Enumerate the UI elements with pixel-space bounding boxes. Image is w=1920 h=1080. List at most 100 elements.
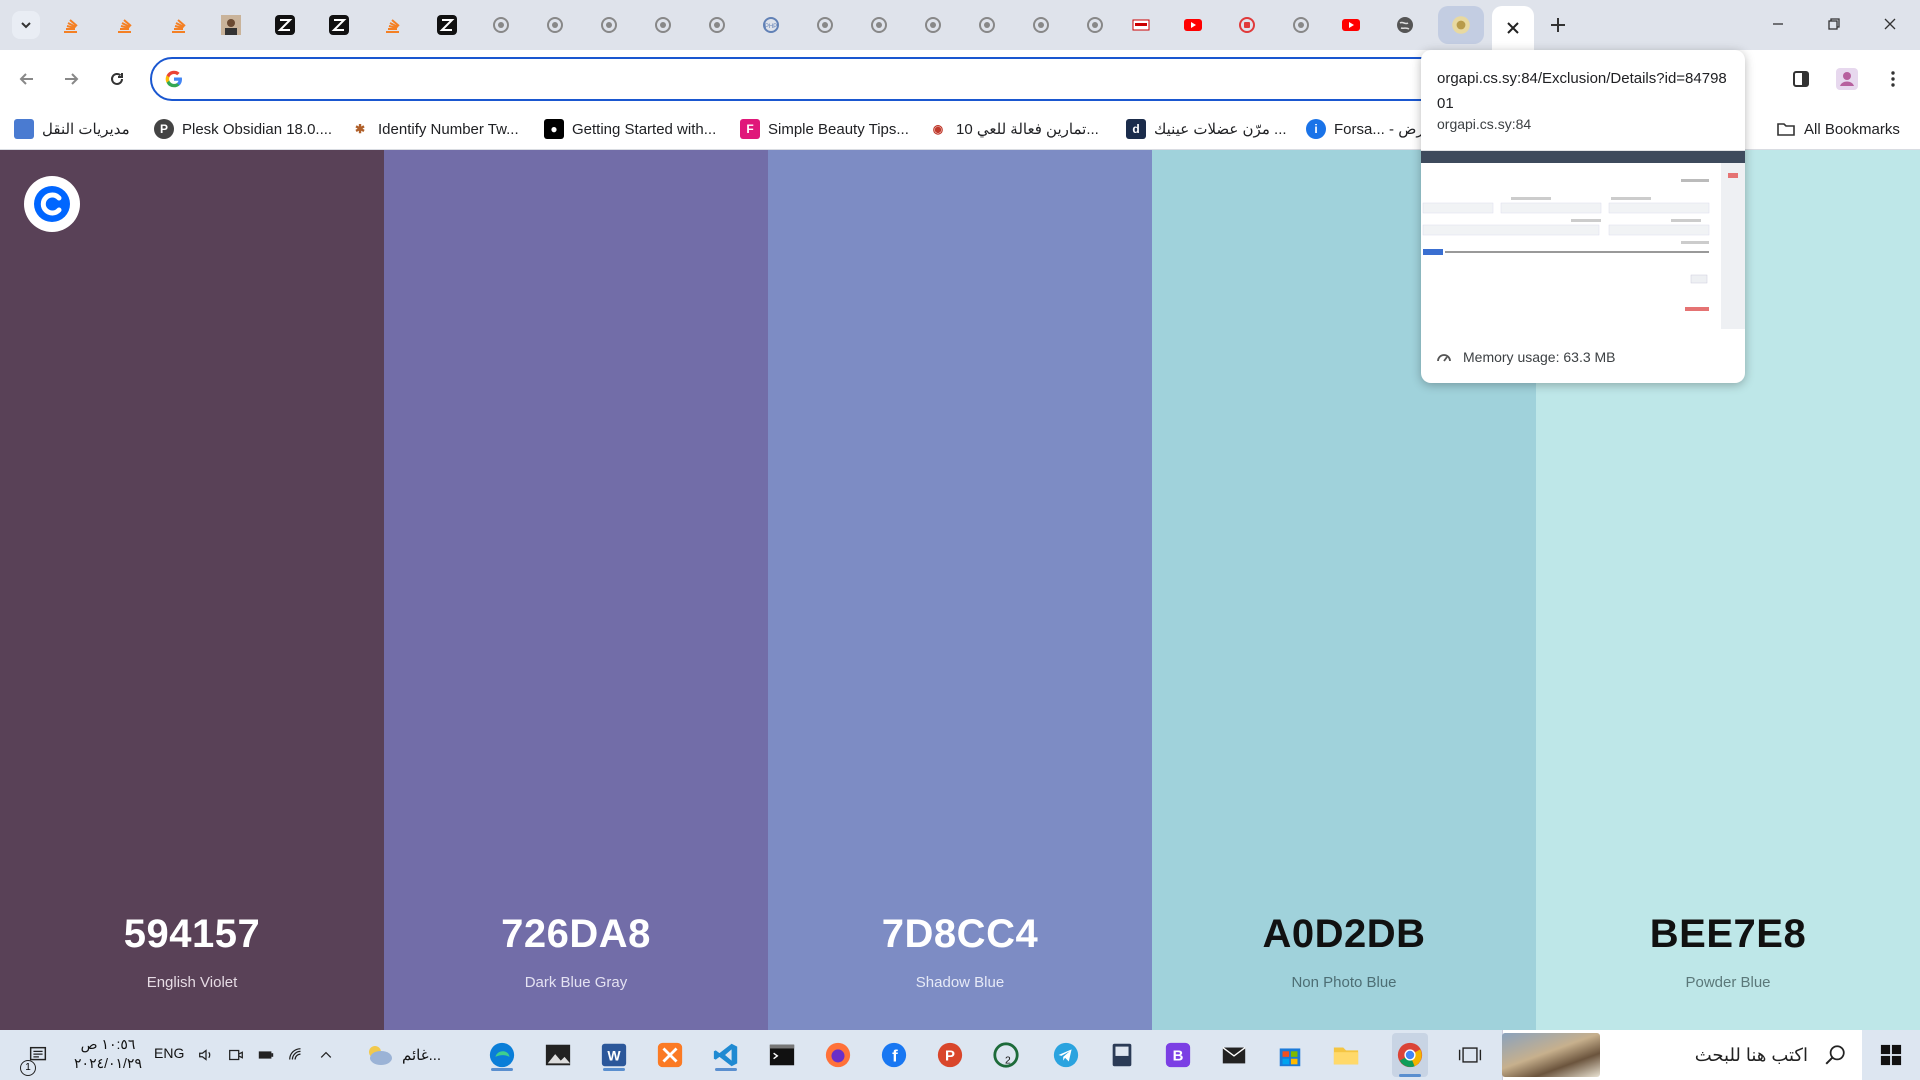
reload-button[interactable] bbox=[100, 62, 134, 96]
memory-usage: Memory usage: 63.3 MB bbox=[1435, 348, 1616, 366]
language-indicator[interactable]: ENG bbox=[154, 1045, 184, 1061]
all-bookmarks-label: All Bookmarks bbox=[1804, 120, 1900, 138]
globe-icon bbox=[925, 17, 941, 33]
tab-youtube-1[interactable] bbox=[1180, 12, 1206, 38]
taskbar-firefox[interactable] bbox=[822, 1039, 854, 1071]
taskbar-p-app[interactable]: P bbox=[934, 1039, 966, 1071]
tab-profile[interactable] bbox=[218, 12, 244, 38]
tab-generic-12[interactable] bbox=[1288, 12, 1314, 38]
chevron-down-icon bbox=[21, 22, 31, 29]
bookmark-item[interactable]: i Forsa... - عرض bbox=[1306, 116, 1434, 142]
new-tab-button[interactable] bbox=[1542, 10, 1574, 40]
tab-generic-2[interactable] bbox=[542, 12, 568, 38]
battery-button[interactable] bbox=[250, 1039, 282, 1071]
tab-generic-1[interactable] bbox=[488, 12, 514, 38]
tab-stackoverflow-4[interactable] bbox=[380, 12, 406, 38]
tab-generic-5[interactable] bbox=[704, 12, 730, 38]
bookmark-item[interactable]: P Plesk Obsidian 18.0.... bbox=[154, 116, 332, 142]
bookmark-item[interactable]: مديريات النقل bbox=[14, 116, 130, 142]
taskbar-chrome[interactable] bbox=[1392, 1033, 1428, 1077]
taskbar-word[interactable]: W bbox=[598, 1039, 630, 1071]
swatch-dark-blue-gray[interactable]: 726DA8 Dark Blue Gray bbox=[384, 150, 768, 1030]
side-panel-button[interactable] bbox=[1784, 62, 1818, 96]
bookmark-item[interactable]: F Simple Beauty Tips... bbox=[740, 116, 909, 142]
bookmark-item[interactable]: ● Getting Started with... bbox=[544, 116, 716, 142]
swatch-shadow-blue[interactable]: 7D8CC4 Shadow Blue bbox=[768, 150, 1152, 1030]
taskbar-app-2[interactable]: 2 bbox=[990, 1039, 1022, 1071]
tab-generic-6[interactable] bbox=[812, 12, 838, 38]
color-hex[interactable]: 7D8CC4 bbox=[768, 912, 1152, 957]
color-name: Powder Blue bbox=[1685, 974, 1771, 991]
tab-close-button[interactable] bbox=[1492, 6, 1534, 50]
telegram-icon bbox=[1053, 1042, 1079, 1068]
taskbar-file-explorer[interactable] bbox=[1330, 1039, 1362, 1071]
tab-stackoverflow-2[interactable] bbox=[112, 12, 138, 38]
tab-generic-3[interactable] bbox=[596, 12, 622, 38]
tab-capcut-3[interactable] bbox=[434, 12, 460, 38]
tab-world[interactable] bbox=[1392, 12, 1418, 38]
color-hex[interactable]: A0D2DB bbox=[1152, 912, 1536, 957]
battery-icon bbox=[258, 1051, 274, 1059]
all-bookmarks-button[interactable]: All Bookmarks bbox=[1776, 116, 1900, 142]
tab-news[interactable] bbox=[1128, 12, 1154, 38]
tab-generic-9[interactable] bbox=[974, 12, 1000, 38]
volume-button[interactable] bbox=[190, 1039, 222, 1071]
tab-php[interactable]: PHP bbox=[758, 12, 784, 38]
close-window-button[interactable] bbox=[1868, 6, 1912, 42]
bookmark-label: مديريات النقل bbox=[42, 121, 130, 138]
network-button[interactable] bbox=[280, 1039, 312, 1071]
bookmark-item[interactable]: ✱ Identify Number Tw... bbox=[350, 116, 519, 142]
weather-widget[interactable]: غائم... bbox=[364, 1040, 441, 1070]
taskbar-bootstrap[interactable]: B bbox=[1162, 1039, 1194, 1071]
tab-generic-4[interactable] bbox=[650, 12, 676, 38]
p-app-icon: P bbox=[937, 1042, 963, 1068]
swatch-english-violet[interactable]: 594157 English Violet bbox=[0, 150, 384, 1030]
tab-youtube-2[interactable] bbox=[1338, 12, 1364, 38]
meet-now-button[interactable] bbox=[220, 1039, 252, 1071]
tab-capcut-1[interactable] bbox=[272, 12, 298, 38]
doc-icon bbox=[14, 119, 34, 139]
bookmark-item[interactable]: d مرّن عضلات عينيك ... bbox=[1126, 116, 1287, 142]
color-hex[interactable]: BEE7E8 bbox=[1536, 912, 1920, 957]
address-bar[interactable] bbox=[150, 57, 1450, 101]
taskbar-photos[interactable] bbox=[542, 1039, 574, 1071]
forward-button[interactable] bbox=[54, 62, 88, 96]
color-hex[interactable]: 594157 bbox=[0, 912, 384, 957]
taskbar-telegram[interactable] bbox=[1050, 1039, 1082, 1071]
plesk-icon: P bbox=[154, 119, 174, 139]
tab-stackoverflow-3[interactable] bbox=[166, 12, 192, 38]
tab-stackoverflow-1[interactable] bbox=[58, 12, 84, 38]
coolors-logo[interactable] bbox=[24, 176, 80, 232]
tab-search-button[interactable] bbox=[12, 11, 40, 39]
bookmark-label: Simple Beauty Tips... bbox=[768, 120, 909, 138]
taskbar-store[interactable] bbox=[1274, 1039, 1306, 1071]
task-view-button[interactable] bbox=[1454, 1039, 1486, 1071]
color-hex[interactable]: 726DA8 bbox=[384, 912, 768, 957]
tab-generic-10[interactable] bbox=[1028, 12, 1054, 38]
tab-capcut-2[interactable] bbox=[326, 12, 352, 38]
tab-generic-7[interactable] bbox=[866, 12, 892, 38]
clock[interactable]: ١٠:٥٦ ص ٢٠٢٤/٠١/٢٩ bbox=[70, 1035, 146, 1073]
taskbar-terminal[interactable] bbox=[766, 1039, 798, 1071]
back-button[interactable] bbox=[10, 62, 44, 96]
taskbar-vscode[interactable] bbox=[710, 1039, 742, 1071]
taskbar-book-app[interactable] bbox=[1106, 1039, 1138, 1071]
start-button[interactable] bbox=[1862, 1030, 1920, 1080]
profile-button[interactable] bbox=[1830, 62, 1864, 96]
tab-generic-8[interactable] bbox=[920, 12, 946, 38]
green-circle-icon: 2 bbox=[993, 1042, 1019, 1068]
minimize-button[interactable] bbox=[1756, 6, 1800, 42]
tab-recorder[interactable] bbox=[1234, 12, 1260, 38]
menu-button[interactable] bbox=[1876, 62, 1910, 96]
restore-button[interactable] bbox=[1812, 6, 1856, 42]
globe-icon bbox=[601, 17, 617, 33]
bookmark-item[interactable]: ◉ 10 تمارين فعالة للعي... bbox=[928, 116, 1099, 142]
omnibox-input[interactable] bbox=[194, 70, 1294, 88]
tab-orgapi[interactable] bbox=[1438, 6, 1484, 44]
taskbar-facebook[interactable]: f bbox=[878, 1039, 910, 1071]
tab-generic-11[interactable] bbox=[1082, 12, 1108, 38]
show-hidden-icons-button[interactable] bbox=[310, 1039, 342, 1071]
taskbar-mail[interactable] bbox=[1218, 1039, 1250, 1071]
taskbar-xampp[interactable] bbox=[654, 1039, 686, 1071]
taskbar-edge[interactable] bbox=[486, 1039, 518, 1071]
